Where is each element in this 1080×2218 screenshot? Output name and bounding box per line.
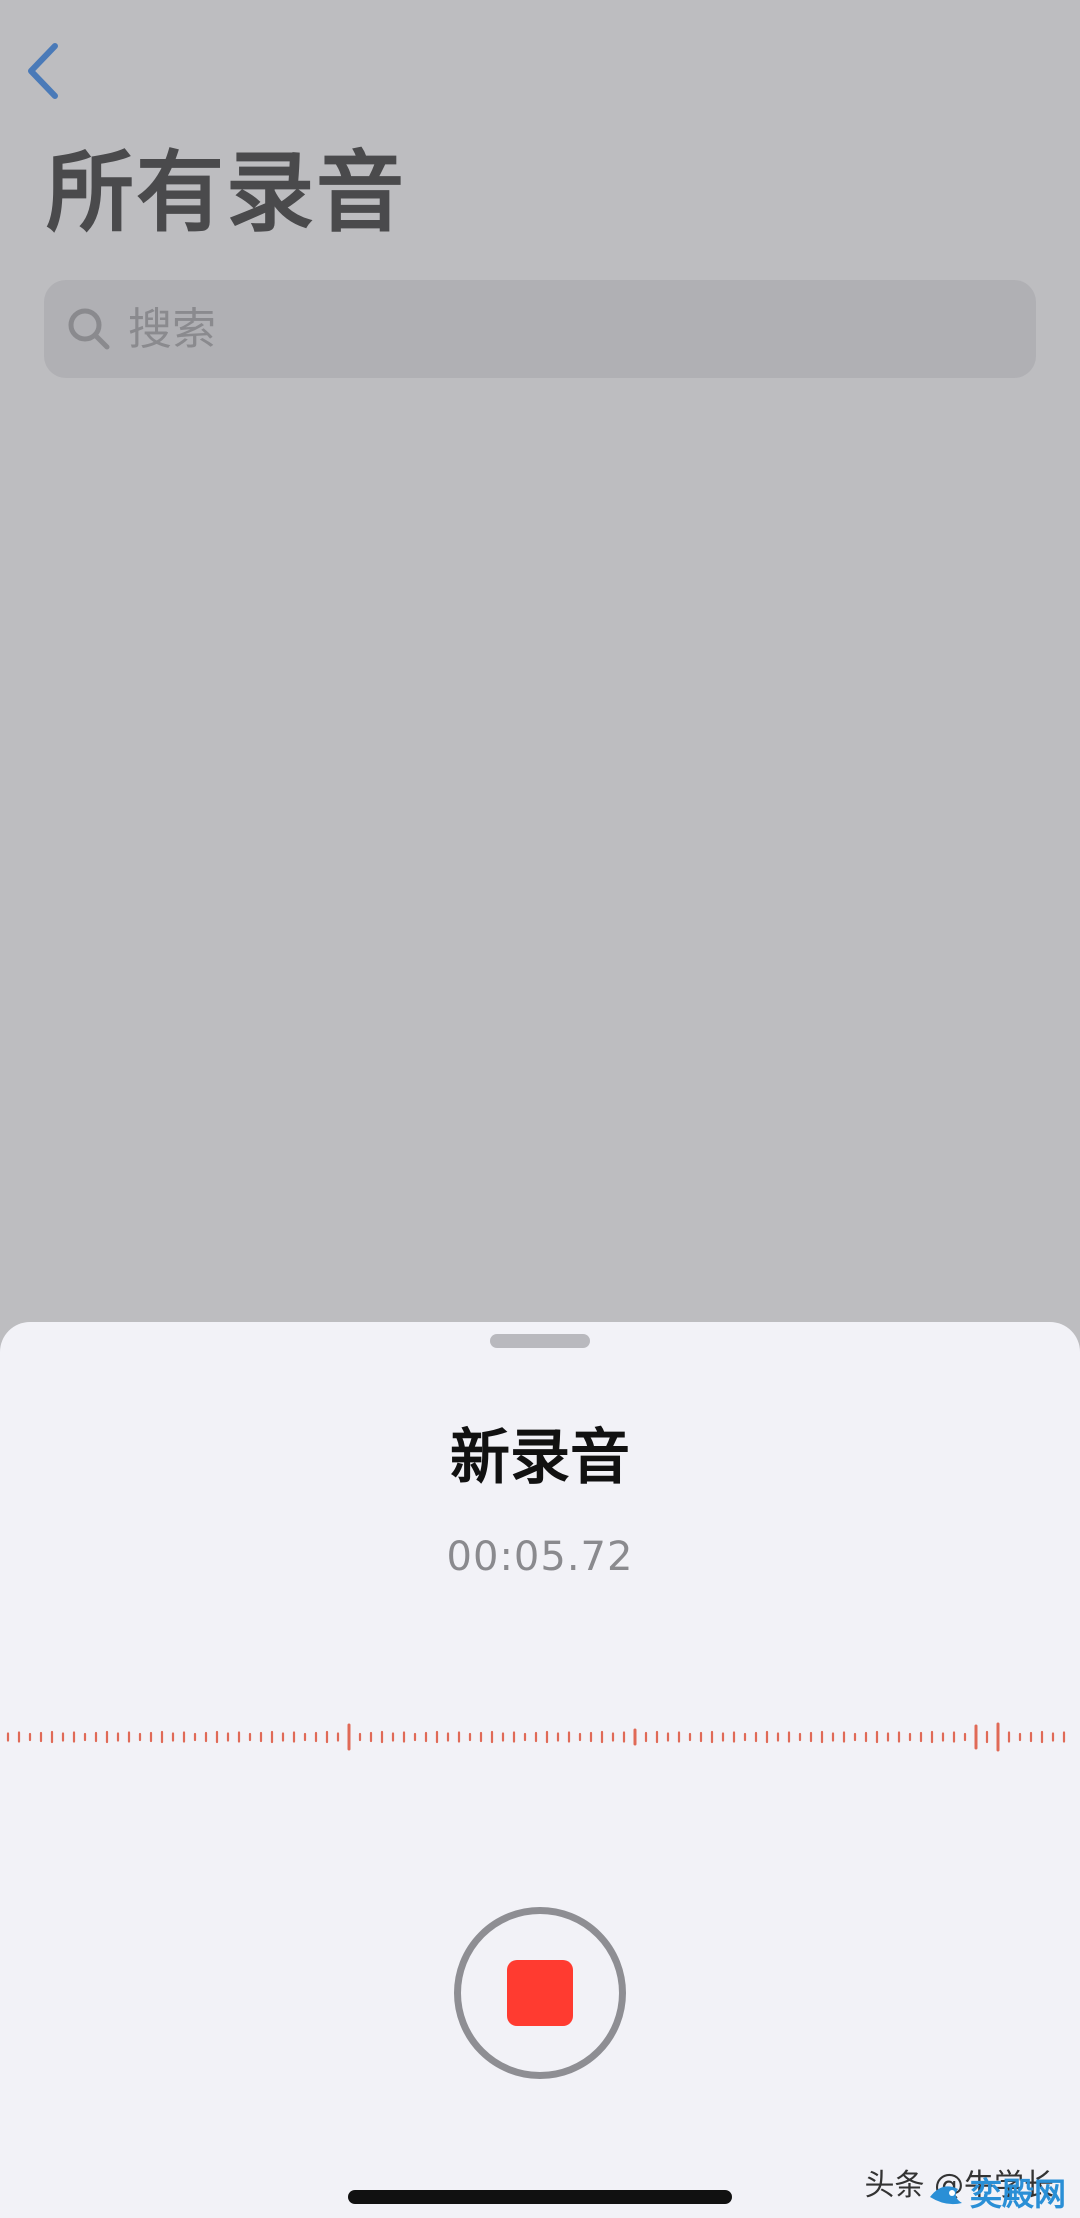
recording-timer: 00:05.72 [446, 1534, 634, 1580]
back-button[interactable] [18, 38, 68, 108]
chevron-left-icon [23, 40, 63, 106]
sheet-grabber[interactable] [490, 1334, 590, 1348]
recording-sheet: 新录音 00:05.72 头条 @牛学长 奕殿网 [0, 1322, 1080, 2218]
search-bar[interactable] [44, 280, 1036, 378]
page-title: 所有录音 [46, 141, 407, 244]
stop-square-icon [507, 1960, 573, 2026]
search-input[interactable] [128, 294, 988, 364]
stop-recording-button[interactable] [454, 1907, 626, 2079]
home-indicator[interactable] [348, 2190, 732, 2204]
watermark-logo: 奕殿网 [930, 2175, 1066, 2213]
svg-text:奕殿网: 奕殿网 [970, 2175, 1066, 2213]
search-icon [64, 304, 114, 354]
audio-waveform [6, 1722, 1066, 1752]
recording-title: 新录音 [450, 1423, 630, 1493]
